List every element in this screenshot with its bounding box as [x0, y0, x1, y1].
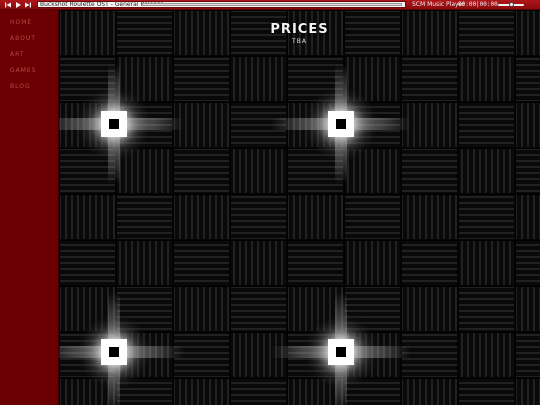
bg-tile [459, 103, 514, 147]
play-button[interactable] [14, 1, 22, 9]
bg-divider [59, 240, 540, 241]
bg-tile [516, 287, 540, 331]
bg-tile [117, 195, 172, 239]
bg-tile [459, 287, 514, 331]
bg-tile [288, 195, 343, 239]
volume-slider[interactable] [498, 2, 524, 7]
bg-tile [459, 149, 514, 193]
page: Buckshot Roulette OST - General Release … [0, 0, 540, 405]
previous-button[interactable] [4, 1, 12, 9]
bg-divider [59, 10, 540, 11]
bg-tile [231, 149, 286, 193]
nav-about[interactable]: About [10, 31, 58, 47]
bg-tile [516, 195, 540, 239]
bg-tile [516, 379, 540, 405]
bg-tile [459, 241, 514, 285]
nav-art[interactable]: Art [10, 47, 58, 63]
sidebar: Home About Art Games Blog [0, 10, 59, 405]
page-subtitle: TBA [292, 38, 307, 45]
next-icon [25, 2, 31, 8]
bg-tile [459, 195, 514, 239]
bg-tile [516, 333, 540, 377]
bg-tile [516, 57, 540, 101]
bg-divider [59, 286, 540, 287]
play-icon [16, 2, 21, 8]
bg-tile [402, 241, 457, 285]
time-display: 00:00|00:00 [458, 1, 498, 8]
bg-light-core [109, 347, 119, 357]
bg-divider [59, 194, 540, 195]
bg-tile [174, 287, 229, 331]
bg-light-core [336, 347, 346, 357]
bg-tile [231, 379, 286, 405]
bg-light-core [336, 119, 346, 129]
next-button[interactable] [24, 1, 32, 9]
bg-tile [174, 195, 229, 239]
bg-tile [231, 195, 286, 239]
bg-divider [458, 10, 459, 405]
bg-divider [59, 56, 540, 57]
music-player-bar: Buckshot Roulette OST - General Release … [0, 0, 540, 10]
bg-tile [459, 333, 514, 377]
nav-home[interactable]: Home [10, 15, 58, 31]
player-name: SCM Music Player [412, 1, 465, 8]
bg-tile [231, 241, 286, 285]
nav-blog[interactable]: Blog [10, 79, 58, 95]
bg-tile [345, 195, 400, 239]
bg-tile [516, 149, 540, 193]
bg-tile [402, 57, 457, 101]
bg-tile [459, 57, 514, 101]
bg-tile [117, 241, 172, 285]
bg-light-core [109, 119, 119, 129]
bg-tile [402, 195, 457, 239]
bg-divider [59, 10, 60, 405]
background-pattern [59, 10, 540, 405]
bg-tile [60, 195, 115, 239]
bg-divider [515, 10, 516, 405]
bg-divider [401, 10, 402, 405]
bg-tile [174, 57, 229, 101]
bg-tile [459, 379, 514, 405]
bg-divider [287, 10, 288, 405]
bg-tile [402, 287, 457, 331]
bg-divider [230, 10, 231, 405]
track-display: Buckshot Roulette OST - General Release [37, 1, 406, 8]
bg-tile [60, 241, 115, 285]
volume-knob[interactable] [508, 2, 514, 7]
bg-tile [174, 149, 229, 193]
page-title: Prices [270, 22, 329, 37]
bg-tile [516, 103, 540, 147]
bg-tile [231, 57, 286, 101]
bg-tile [231, 287, 286, 331]
bg-tile [402, 149, 457, 193]
main-content: Prices TBA [59, 10, 540, 405]
bg-divider [173, 10, 174, 405]
bg-tile [288, 241, 343, 285]
bg-tile [174, 241, 229, 285]
nav-list: Home About Art Games Blog [0, 10, 58, 95]
bg-tile [402, 379, 457, 405]
seek-bar[interactable] [142, 3, 402, 6]
bg-tile [516, 241, 540, 285]
bg-tile [345, 241, 400, 285]
nav-games[interactable]: Games [10, 63, 58, 79]
previous-icon [5, 2, 11, 8]
bg-tile [174, 379, 229, 405]
